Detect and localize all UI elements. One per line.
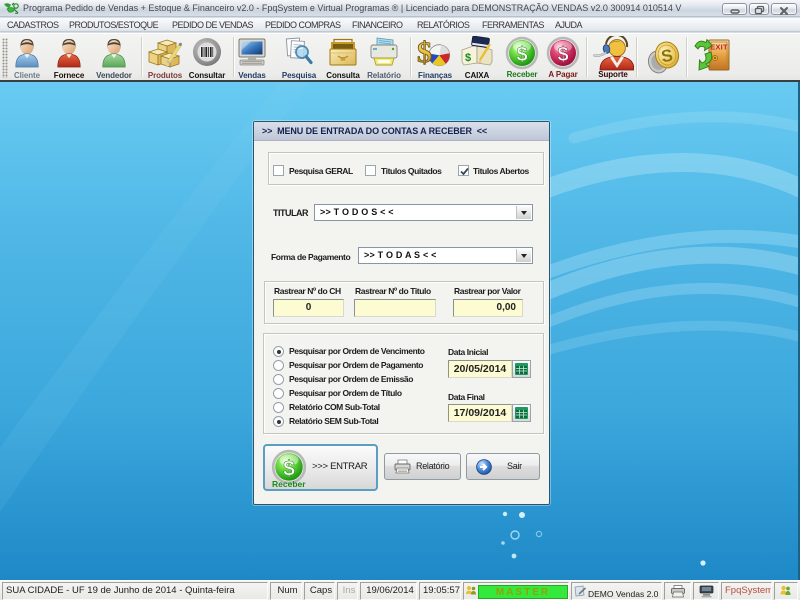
svg-text:$: $ xyxy=(557,44,568,66)
svg-text:$: $ xyxy=(465,52,471,64)
svg-text:$: $ xyxy=(417,36,432,69)
svg-text:$: $ xyxy=(516,44,527,66)
svg-text:EXIT: EXIT xyxy=(710,43,728,52)
svg-text:$: $ xyxy=(283,457,295,480)
